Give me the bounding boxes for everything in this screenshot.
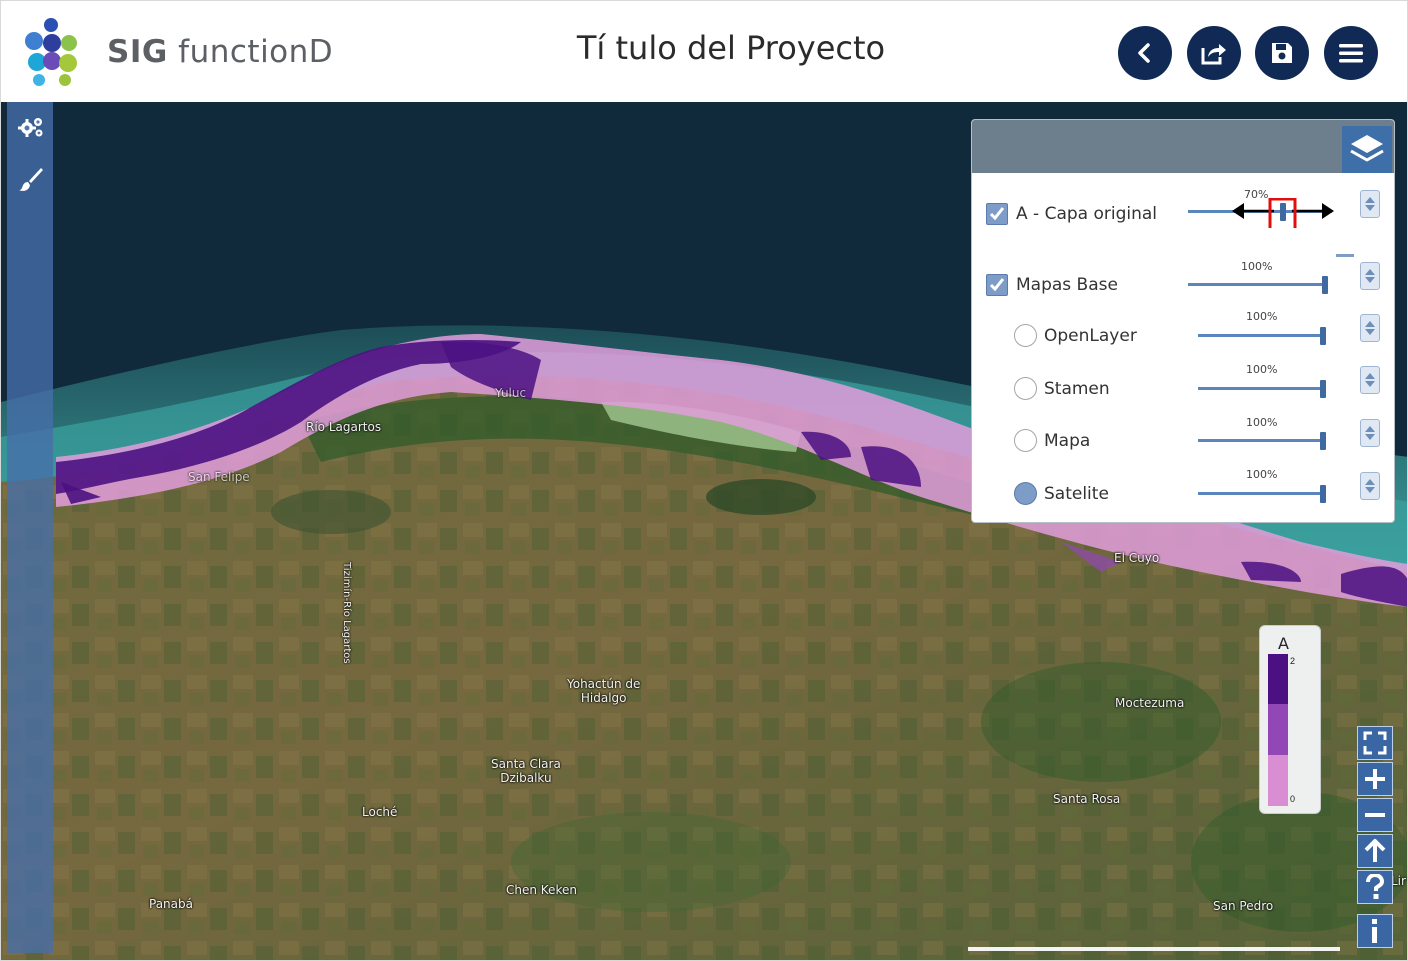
back-button[interactable] (1118, 26, 1172, 80)
settings-gears-icon (18, 118, 43, 137)
app-logo (25, 18, 77, 86)
stamen-radio[interactable] (1014, 377, 1037, 400)
place-tizimin-road: Tizimín-Río Lagartos (341, 562, 352, 664)
place-santa-rosa: Santa Rosa (1053, 792, 1121, 806)
share-button[interactable] (1187, 26, 1241, 80)
scale-bar (968, 947, 1340, 951)
app-header: SIG functionD Tí tulo del Proyecto (0, 0, 1408, 102)
help-icon (1366, 874, 1385, 899)
collapse-dash[interactable] (1336, 254, 1354, 257)
drag-arrows-annotation (1232, 198, 1334, 228)
basemaps-opacity-slider[interactable] (1188, 276, 1328, 294)
style-brush-button[interactable] (16, 164, 46, 194)
fullscreen-button[interactable] (1357, 726, 1393, 760)
north-button[interactable] (1357, 834, 1393, 868)
fullscreen-icon (1363, 731, 1387, 755)
zoom-out-icon (1365, 813, 1385, 817)
basemaps-order-button[interactable] (1360, 262, 1380, 290)
map-legend: A 2 0 (1259, 625, 1321, 814)
place-lir: Lir (1391, 874, 1406, 888)
checkmark-icon (989, 278, 1005, 292)
slider-track (1198, 387, 1326, 390)
mapa-opacity-slider[interactable] (1198, 432, 1326, 450)
layer-panel: A - Capa original 70% Mapas Base 100% Op… (971, 119, 1395, 523)
slider-handle[interactable] (1322, 276, 1328, 294)
mapa-label: Mapa (1044, 431, 1091, 451)
layer-a-order-button[interactable] (1360, 190, 1380, 218)
place-san-felipe: San Felipe (188, 470, 250, 484)
legend-max-label: 2 (1290, 656, 1296, 666)
layer-panel-header (972, 120, 1394, 173)
slider-handle[interactable] (1320, 327, 1326, 345)
basemaps-checkbox[interactable] (986, 274, 1008, 296)
place-moctezuma: Moctezuma (1115, 696, 1185, 710)
place-chen-keken: Chen Keken (506, 883, 577, 897)
brush-icon (19, 168, 43, 191)
save-button[interactable] (1255, 26, 1309, 80)
legend-swatch-mid (1268, 704, 1288, 755)
openlayer-radio[interactable] (1014, 324, 1037, 347)
satelite-order-button[interactable] (1360, 472, 1380, 500)
satelite-label: Satelite (1044, 484, 1109, 504)
slider-track (1198, 492, 1326, 495)
place-panaba: Panabá (149, 897, 193, 911)
openlayer-opacity-slider[interactable] (1198, 327, 1326, 345)
satelite-radio[interactable] (1014, 482, 1037, 505)
layer-a-label: A - Capa original (1016, 204, 1158, 224)
slider-handle[interactable] (1320, 485, 1326, 503)
help-button[interactable] (1357, 870, 1393, 904)
info-button[interactable] (1357, 914, 1393, 948)
place-yohactun: Yohactún de Hidalgo (567, 677, 641, 705)
basemaps-opacity-label: 100% (1241, 260, 1273, 273)
menu-icon (1339, 44, 1363, 63)
legend-min-label: 0 (1290, 794, 1296, 804)
zoom-in-icon (1365, 769, 1385, 789)
legend-title: A (1278, 634, 1289, 653)
place-rio-lagartos: Río Lagartos (306, 420, 382, 434)
stamen-opacity-label: 100% (1246, 363, 1278, 376)
mapa-opacity-label: 100% (1246, 416, 1278, 429)
save-icon (1272, 43, 1292, 63)
zoom-out-button[interactable] (1357, 798, 1393, 832)
stamen-opacity-slider[interactable] (1198, 380, 1326, 398)
mapa-order-button[interactable] (1360, 419, 1380, 447)
layers-icon (1350, 134, 1384, 161)
checkmark-icon (989, 207, 1005, 221)
openlayer-opacity-label: 100% (1246, 310, 1278, 323)
brand-name: SIG functionD (107, 34, 334, 70)
north-arrow-icon (1364, 839, 1386, 862)
legend-color-ramp (1268, 654, 1288, 806)
place-san-pedro: San Pedro (1213, 899, 1274, 913)
menu-button[interactable] (1324, 26, 1378, 80)
place-yuluc: Yuluc (495, 386, 527, 400)
info-icon (1372, 919, 1377, 943)
slider-handle[interactable] (1320, 432, 1326, 450)
layers-toggle-button[interactable] (1342, 126, 1392, 173)
stamen-order-button[interactable] (1360, 366, 1380, 394)
legend-swatch-low (1268, 755, 1288, 806)
share-icon (1201, 44, 1226, 65)
slider-handle[interactable] (1320, 380, 1326, 398)
place-santa-clara: Santa Clara Dzibalku (491, 757, 561, 785)
satelite-opacity-slider[interactable] (1198, 485, 1326, 503)
openlayer-label: OpenLayer (1044, 326, 1137, 346)
zoom-in-button[interactable] (1357, 762, 1393, 796)
satelite-opacity-label: 100% (1246, 468, 1278, 481)
legend-swatch-high (1268, 654, 1288, 704)
basemaps-label: Mapas Base (1016, 275, 1118, 295)
project-title: Tí tulo del Proyecto (576, 29, 886, 67)
openlayer-order-button[interactable] (1360, 314, 1380, 342)
layer-a-checkbox[interactable] (986, 203, 1008, 225)
left-toolbar (7, 102, 53, 953)
settings-button[interactable] (16, 112, 46, 142)
slider-track (1198, 334, 1326, 337)
mapa-radio[interactable] (1014, 429, 1037, 452)
stamen-label: Stamen (1044, 379, 1110, 399)
slider-track (1198, 439, 1326, 442)
slider-track (1188, 283, 1328, 286)
place-loche: Loché (362, 805, 398, 819)
place-el-cuyo: El Cuyo (1114, 551, 1160, 565)
back-icon (1138, 43, 1150, 63)
